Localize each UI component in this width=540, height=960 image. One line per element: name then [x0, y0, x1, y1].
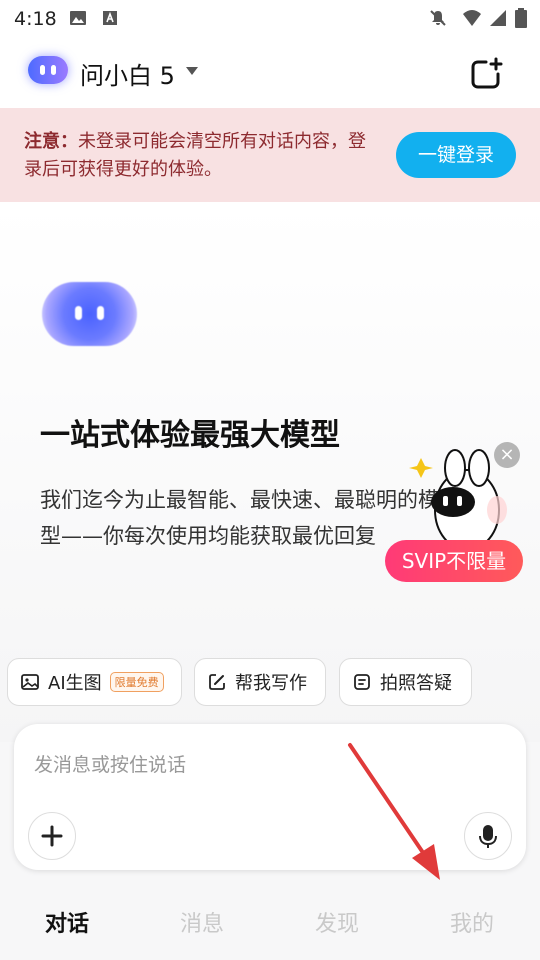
status-time: 4:18	[14, 8, 57, 30]
battery-icon	[515, 8, 527, 28]
add-attachment-button[interactable]	[28, 812, 76, 860]
app-header: 问小白 5	[0, 36, 540, 108]
svip-badge-button[interactable]: SVIP不限量	[385, 540, 523, 582]
hero-logo-icon	[42, 282, 137, 346]
message-input[interactable]: 发消息或按住说话	[34, 750, 186, 777]
one-click-login-button[interactable]: 一键登录	[396, 132, 516, 178]
plus-icon	[41, 825, 63, 847]
chip-writing[interactable]: 帮我写作	[194, 658, 326, 706]
microphone-icon	[479, 825, 497, 848]
new-chat-icon[interactable]	[468, 56, 504, 92]
message-composer: 发消息或按住说话	[14, 724, 526, 870]
image-icon	[70, 11, 86, 25]
wifi-icon	[463, 10, 481, 26]
welcome-description: 我们迄今为止最智能、最快速、最聪明的模型——你每次使用均能获取最优回复	[40, 488, 439, 548]
tab-messages[interactable]: 消息	[162, 906, 242, 938]
font-icon	[103, 11, 117, 25]
chip-ai-image-label: AI生图	[48, 673, 102, 694]
notice-text: 注意：未登录可能会清空所有对话内容，登录后可获得更好的体验。	[24, 128, 369, 184]
voice-input-button[interactable]	[464, 812, 512, 860]
close-promo-icon[interactable]: ×	[494, 442, 520, 468]
chip-writing-label: 帮我写作	[235, 673, 307, 694]
mute-icon	[430, 10, 446, 26]
chip-photo-qa-label: 拍照答疑	[380, 673, 452, 694]
signal-icon	[490, 10, 506, 26]
edit-icon	[209, 674, 225, 690]
notice-prefix: 注意：	[24, 131, 78, 152]
chip-ai-image[interactable]: AI生图 限量免费	[7, 658, 182, 706]
login-notice-banner: 注意：未登录可能会清空所有对话内容，登录后可获得更好的体验。 一键登录	[0, 108, 540, 202]
bottom-tab-bar: 对话 消息 发现 我的	[0, 882, 540, 960]
tab-me[interactable]: 我的	[432, 906, 512, 938]
limited-free-badge: 限量免费	[109, 672, 164, 692]
tab-chat[interactable]: 对话	[27, 906, 107, 938]
chip-photo-qa[interactable]: 拍照答疑	[339, 658, 472, 706]
image-icon	[21, 674, 39, 690]
tab-discover[interactable]: 发现	[297, 906, 377, 938]
welcome-headline: 一站式体验最强大模型	[40, 418, 340, 453]
chevron-down-icon[interactable]	[186, 67, 198, 75]
app-logo-icon	[28, 56, 68, 84]
status-bar: 4:18	[0, 0, 540, 36]
model-selector[interactable]: 问小白 5	[80, 56, 175, 91]
document-icon	[354, 674, 370, 690]
